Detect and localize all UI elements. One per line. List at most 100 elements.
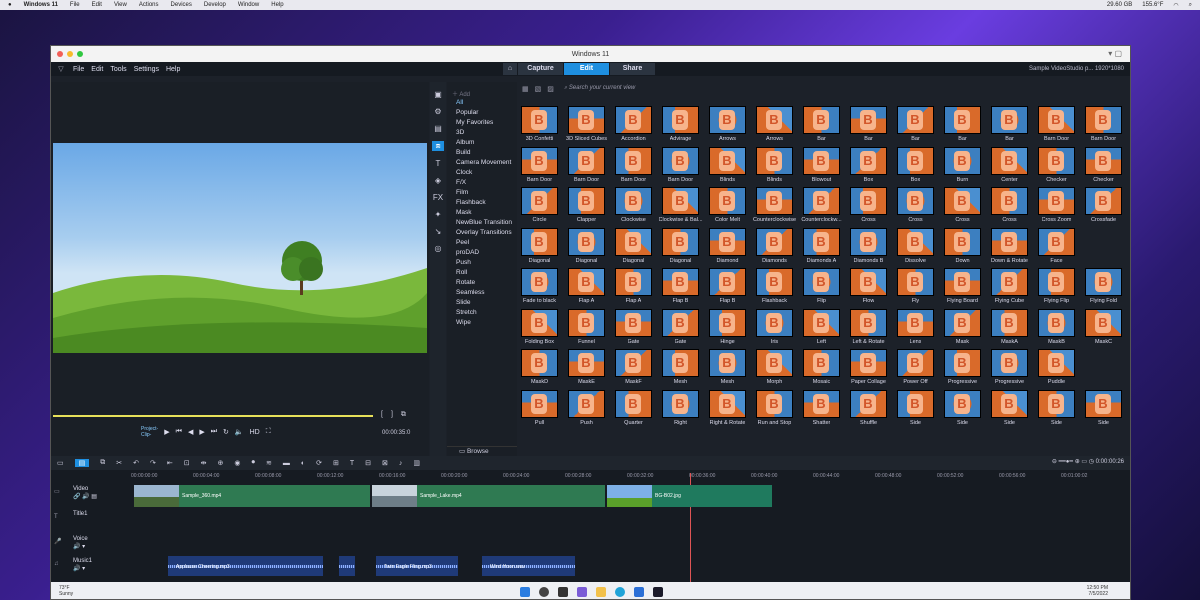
- transition-thumb[interactable]: B Face: [1036, 227, 1077, 269]
- end-frame-icon[interactable]: ⏭: [211, 428, 217, 436]
- category-item[interactable]: My Favorites: [447, 118, 517, 128]
- copy-icon[interactable]: ⧉: [100, 459, 105, 467]
- transition-thumb[interactable]: B Side: [895, 389, 936, 431]
- edge-icon[interactable]: [615, 586, 625, 597]
- category-item[interactable]: Rotate: [447, 278, 517, 288]
- transition-thumb[interactable]: B MaskB: [1036, 308, 1077, 350]
- transition-thumb[interactable]: B Progressive: [942, 349, 983, 390]
- transition-thumb[interactable]: B Diamond: [707, 227, 748, 269]
- transition-thumb[interactable]: B Right: [660, 389, 701, 431]
- text-icon[interactable]: T: [350, 460, 354, 467]
- transition-thumb[interactable]: B Power Off: [895, 349, 936, 390]
- mark-out-icon[interactable]: ]: [391, 411, 393, 419]
- show-video-icon[interactable]: ▦: [522, 85, 529, 93]
- transition-thumb[interactable]: B Color Melt: [707, 187, 748, 228]
- transition-thumb[interactable]: B Funnel: [566, 308, 607, 350]
- transition-thumb[interactable]: B Shatter: [801, 389, 842, 431]
- transition-thumb[interactable]: B Side: [1036, 389, 1077, 431]
- transition-thumb[interactable]: B Blinds: [754, 146, 795, 188]
- transition-thumb[interactable]: B Down & Rotate: [989, 227, 1030, 269]
- volume-icon[interactable]: 🔈: [235, 428, 244, 436]
- category-item[interactable]: Slide: [447, 298, 517, 308]
- transition-thumb[interactable]: B Mesh: [707, 349, 748, 390]
- subtitle-icon[interactable]: ▬: [283, 460, 290, 467]
- tab-capture[interactable]: Capture: [518, 63, 563, 75]
- transition-thumb[interactable]: B Circle: [519, 187, 560, 228]
- transition-thumb[interactable]: B Clapper: [566, 187, 607, 228]
- transition-thumb[interactable]: B Progressive: [989, 349, 1030, 390]
- music-icon[interactable]: ♪: [399, 460, 403, 467]
- video-clip[interactable]: Sample_360.mp4: [134, 485, 370, 507]
- timeline-zoom[interactable]: ⊖ ━━●━ ⊕ ▭ ◷ 0:00:00:26: [1052, 458, 1124, 465]
- transition-thumb[interactable]: B 3D Confetti: [519, 106, 560, 147]
- music-clip[interactable]: Applause Cheering.mp3: [168, 556, 323, 576]
- color-icon[interactable]: ◉: [234, 459, 240, 467]
- transition-thumb[interactable]: B Diamonds A: [801, 227, 842, 269]
- transition-thumb[interactable]: B Flying Flip: [1036, 268, 1077, 309]
- storyboard-view-icon[interactable]: ▭: [57, 459, 64, 467]
- transition-thumb[interactable]: B Bar: [848, 106, 889, 147]
- chat-icon[interactable]: [577, 586, 587, 597]
- graphics-icon[interactable]: ◈: [435, 176, 441, 185]
- videostudio-taskbar-icon[interactable]: [653, 586, 663, 597]
- transition-thumb[interactable]: B Counterclockwise: [753, 187, 796, 228]
- redo-icon[interactable]: ↷: [150, 459, 156, 467]
- transition-thumb[interactable]: B Clockwise: [613, 187, 654, 228]
- category-item[interactable]: Flashback: [447, 198, 517, 208]
- window-options-icon[interactable]: ▾ ▢: [1108, 49, 1122, 58]
- transition-thumb[interactable]: B Flying Cube: [989, 268, 1030, 309]
- track-header-music[interactable]: ♫ Music1 🔊 ▾: [51, 557, 131, 581]
- music-clip[interactable]: Wind Hoon.wav: [482, 556, 575, 576]
- category-item[interactable]: Mask: [447, 208, 517, 218]
- track-header-video[interactable]: ▭ Video 🔗 🔊 ▤: [51, 485, 131, 509]
- category-item[interactable]: Build: [447, 148, 517, 158]
- transition-thumb[interactable]: B Box: [895, 146, 936, 188]
- split-screen-icon[interactable]: ⊠: [382, 459, 388, 467]
- instant-project-icon[interactable]: ⚙: [434, 107, 441, 116]
- transition-thumb[interactable]: B Mask: [942, 308, 983, 350]
- record-icon[interactable]: ⏺: [251, 459, 255, 467]
- category-item[interactable]: Popular: [447, 108, 517, 118]
- menu-edit[interactable]: Edit: [91, 66, 103, 73]
- transition-thumb[interactable]: B Barn Door: [519, 146, 560, 188]
- transition-thumb[interactable]: B Side: [989, 389, 1030, 431]
- category-item[interactable]: Roll: [447, 268, 517, 278]
- transition-thumb[interactable]: B Morph: [754, 349, 795, 390]
- preview-scrubber[interactable]: [53, 415, 373, 417]
- transition-thumb[interactable]: B Diagonal: [613, 227, 654, 269]
- music-clip[interactable]: [339, 556, 355, 576]
- undo-icon[interactable]: ↶: [133, 459, 139, 467]
- category-item[interactable]: 3D: [447, 128, 517, 138]
- task-view-icon[interactable]: [558, 586, 568, 597]
- crop-icon[interactable]: ⊡: [184, 459, 190, 467]
- transition-thumb[interactable]: B Cross: [942, 187, 983, 228]
- transition-thumb[interactable]: B Center: [989, 146, 1030, 188]
- category-item[interactable]: Stretch: [447, 308, 517, 318]
- transition-thumb[interactable]: B Counterclockw...: [801, 187, 842, 228]
- media-icon[interactable]: ▣: [434, 90, 442, 99]
- multicam-icon[interactable]: ⊞: [333, 459, 339, 467]
- mac-menu-view[interactable]: View: [114, 2, 127, 8]
- title-icon[interactable]: T: [436, 159, 441, 168]
- transition-thumb[interactable]: B Gate: [660, 308, 701, 350]
- transition-thumb[interactable]: B Clockwise & Bal...: [659, 187, 703, 228]
- transition-thumb[interactable]: B Fly: [895, 268, 936, 309]
- start-icon[interactable]: [520, 586, 530, 597]
- category-item[interactable]: Album: [447, 138, 517, 148]
- transition-thumb[interactable]: B Flying Fold: [1083, 268, 1124, 309]
- transition-thumb[interactable]: B Barn Door: [1083, 106, 1124, 147]
- category-item[interactable]: NewBlue Transition: [447, 218, 517, 228]
- transition-thumb[interactable]: B Iris: [754, 308, 795, 350]
- transition-thumb[interactable]: B Barn Door: [660, 146, 701, 188]
- play-button-icon[interactable]: ▶: [164, 428, 169, 436]
- transition-thumb[interactable]: B Gate: [613, 308, 654, 350]
- transition-thumb[interactable]: B Dissolve: [895, 227, 936, 269]
- transition-thumb[interactable]: B Blinds: [707, 146, 748, 188]
- transition-thumb[interactable]: B Bar: [895, 106, 936, 147]
- menu-file[interactable]: File: [73, 66, 84, 73]
- transition-thumb[interactable]: B Advirage: [660, 106, 701, 147]
- transition-thumb[interactable]: B Side: [942, 389, 983, 431]
- filter-fx-icon[interactable]: FX: [433, 193, 443, 202]
- close-window-button[interactable]: [57, 51, 63, 57]
- show-audio-icon[interactable]: ▨: [547, 85, 554, 93]
